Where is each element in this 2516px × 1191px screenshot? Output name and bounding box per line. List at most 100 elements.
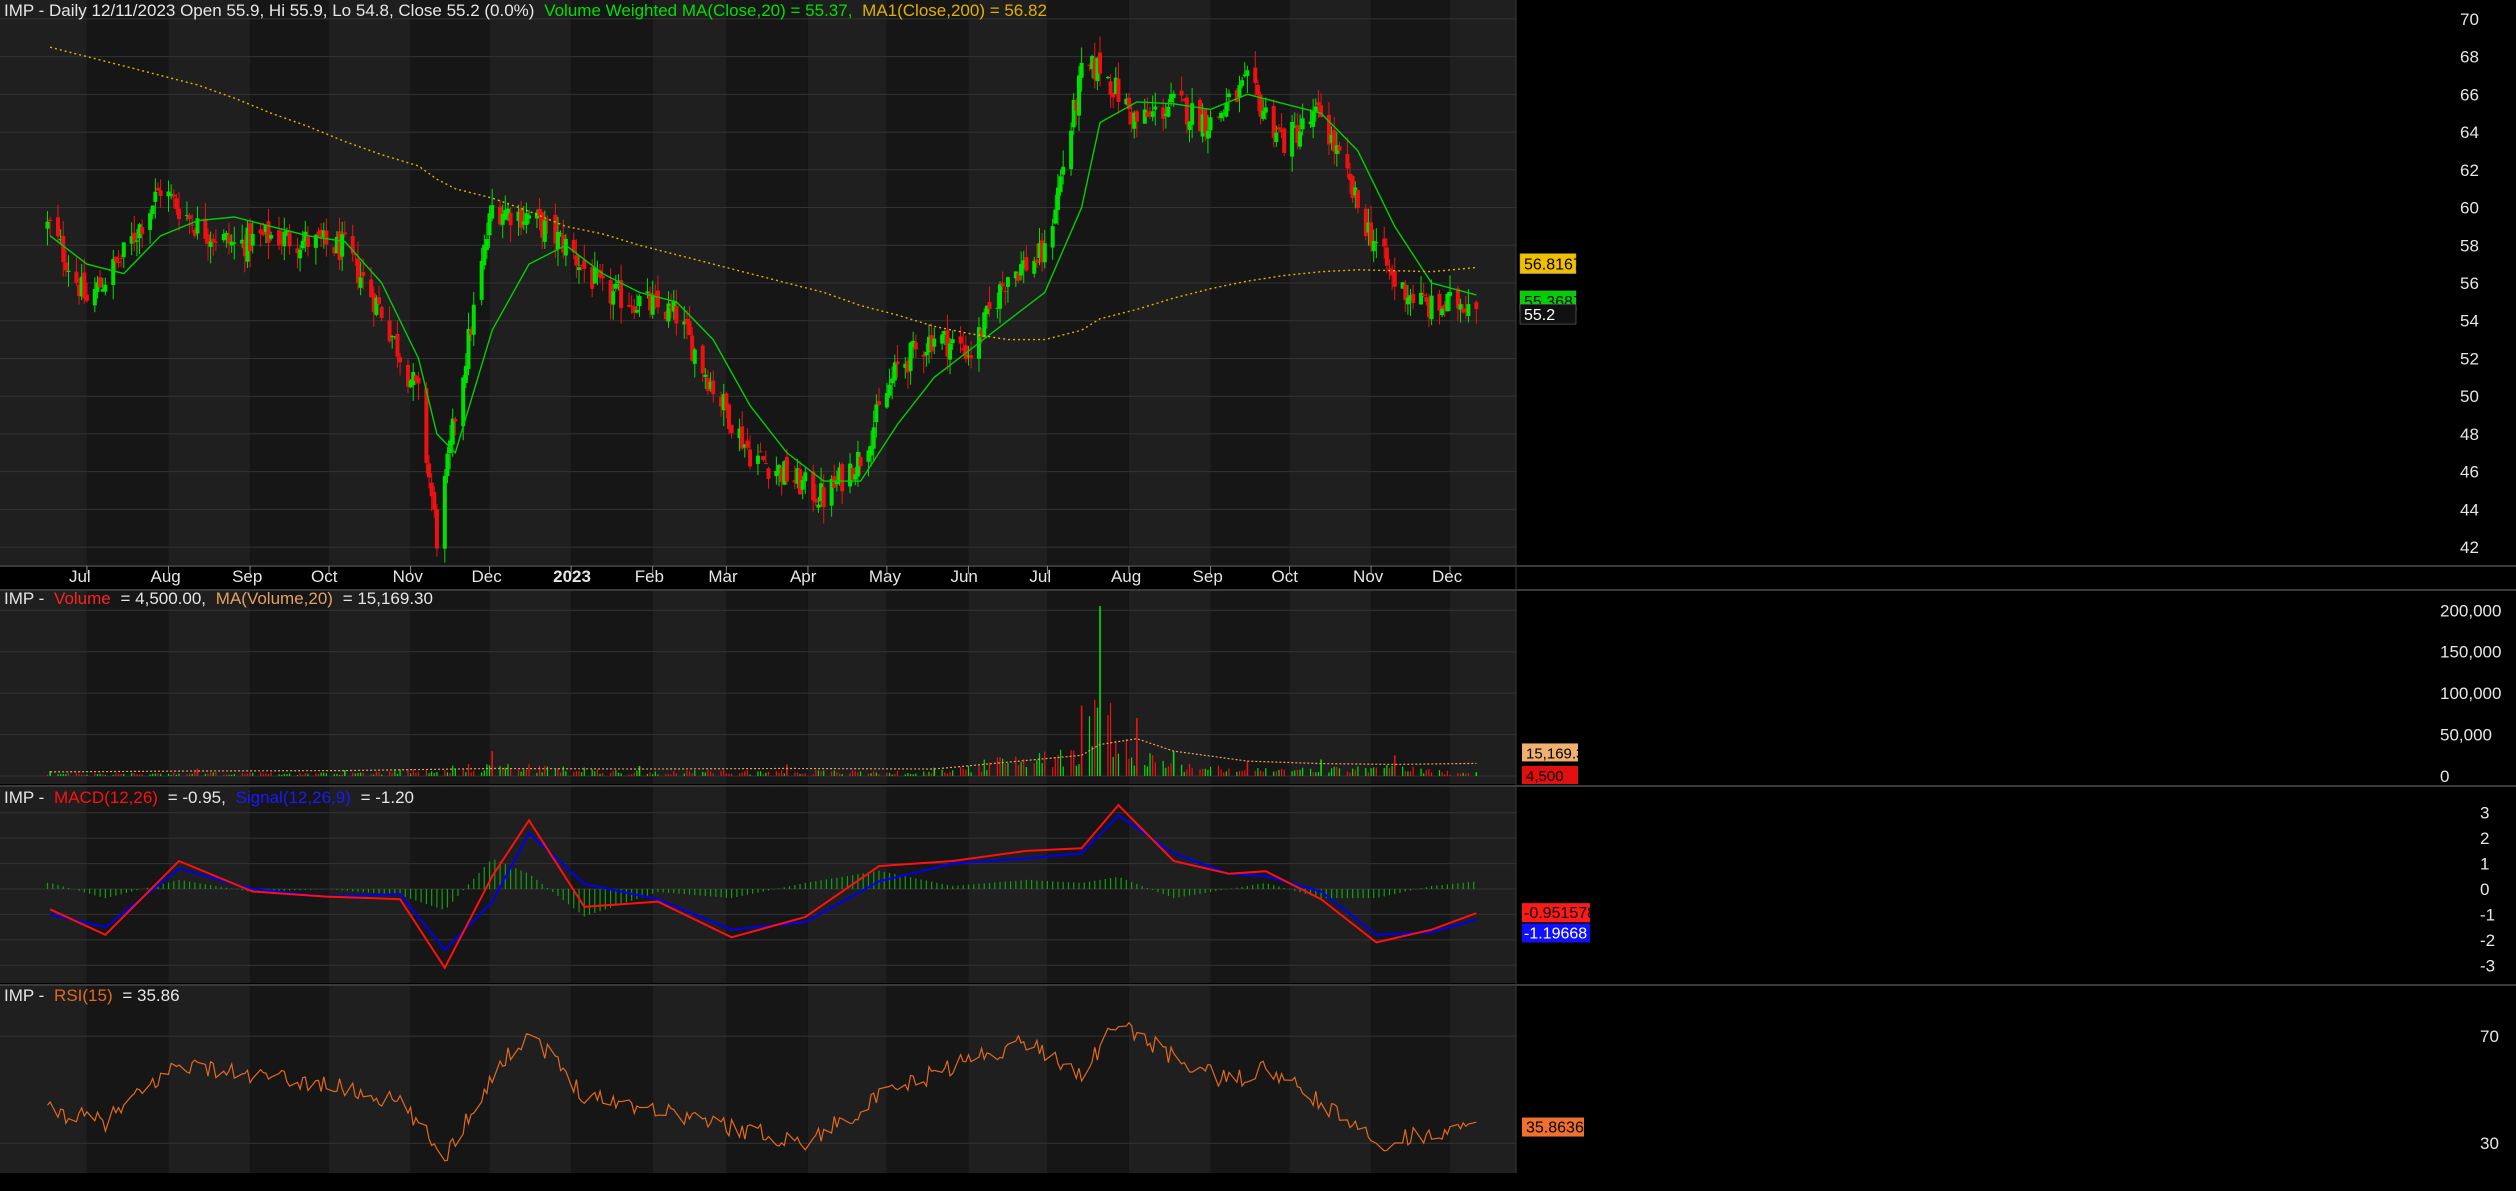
volume-panel-title: IMP - Volume = 4,500.00, MA(Volume,20) =… [4, 589, 433, 608]
time-axis-label: Dec [472, 567, 503, 586]
candle-up [1448, 292, 1453, 297]
candle-down [821, 487, 826, 508]
volume-tick-label: 50,000 [2440, 726, 2492, 745]
candle-down [858, 456, 863, 467]
macd-tick-label: -1 [2480, 905, 2495, 924]
price-tick-label: 62 [2460, 161, 2479, 180]
candle-down [1474, 302, 1479, 310]
volume-month-band [250, 590, 330, 784]
candle-down [305, 236, 310, 247]
ma200-value-badge: 56.8167 [1524, 257, 1582, 274]
candle-down [1179, 90, 1184, 96]
macd-month-band [329, 787, 411, 983]
candle-down [190, 224, 195, 226]
macd-tick-label: 0 [2480, 880, 2489, 899]
candle-up [692, 349, 697, 364]
candle-down [1108, 81, 1113, 95]
volume-month-band [886, 590, 969, 784]
candle-up [940, 334, 945, 344]
candle-down [1034, 259, 1039, 263]
rsi-month-band [726, 986, 808, 1173]
price-tick-label: 70 [2460, 10, 2479, 29]
candle-up [577, 267, 582, 270]
candle-up [998, 284, 1003, 309]
candle-up [1058, 176, 1063, 193]
rsi-tick-label: 70 [2480, 1027, 2499, 1046]
candle-down [261, 231, 266, 235]
macd-tick-label: 1 [2480, 855, 2489, 874]
price-tick-label: 68 [2460, 48, 2479, 67]
rsi-axis-background [1516, 986, 2516, 1173]
candle-up [300, 240, 305, 249]
price-tick-label: 64 [2460, 123, 2479, 142]
candle-up [558, 233, 563, 235]
candle-up [148, 213, 153, 231]
candle-down [119, 257, 124, 259]
candle-up [816, 504, 821, 508]
candle-down [1387, 268, 1392, 270]
ma200-legend-label: MA1(Close,200) = 56.82 [862, 1, 1047, 20]
candle-down [1098, 52, 1103, 74]
candle-up [269, 235, 274, 239]
signal-legend-label: Signal(12,26,9) [236, 788, 351, 807]
rsi-panel-title: IMP - RSI(15) = 35.86 [4, 986, 180, 1005]
candle-up [1374, 242, 1379, 244]
candle-down [1411, 293, 1416, 304]
candle-up [1445, 293, 1450, 312]
volume-month-band [726, 590, 808, 784]
time-axis-label: May [869, 567, 902, 586]
volume-ma-badge: 15,169.3 [1526, 745, 1584, 762]
candle-down [545, 219, 550, 221]
candle-down [1024, 257, 1029, 271]
candle-down [213, 241, 218, 243]
signal-badge: -1.19668 [1524, 926, 1587, 943]
time-axis-label: Dec [1432, 567, 1463, 586]
time-axis-label: Aug [1111, 567, 1141, 586]
price-tick-label: 50 [2460, 387, 2479, 406]
candle-down [1276, 127, 1281, 130]
macd-tick-label: -3 [2480, 956, 2495, 975]
candle-up [121, 242, 126, 258]
candle-up [479, 260, 484, 300]
candle-up [1219, 112, 1224, 119]
volume-month-band [1210, 590, 1290, 784]
bottom-strip [0, 1173, 2516, 1191]
candle-down [763, 463, 768, 465]
candle-down [600, 275, 605, 279]
volume-badge: 4,500 [1526, 768, 1564, 785]
candle-up [103, 284, 108, 292]
rsi-badge: 35.8636 [1526, 1120, 1584, 1137]
candle-up [1042, 243, 1047, 263]
candle-up [298, 249, 303, 259]
candle-down [74, 271, 79, 283]
volume-month-band [1128, 590, 1211, 784]
macd-tick-label: -2 [2480, 931, 2495, 950]
candle-up [1240, 80, 1245, 86]
candle-down [1316, 102, 1321, 106]
candle-down [116, 261, 121, 263]
candle-down [287, 232, 292, 247]
candle-up [1263, 107, 1268, 113]
candle-down [187, 215, 192, 219]
candle-up [634, 309, 639, 313]
time-axis-label: Sep [232, 567, 262, 586]
candle-down [177, 208, 182, 220]
candle-down [876, 401, 881, 405]
candle-up [1429, 295, 1434, 320]
candle-down [813, 498, 818, 503]
time-axis-label: Aug [151, 567, 181, 586]
volume-tick-label: 200,000 [2440, 601, 2501, 620]
candle-up [466, 328, 471, 370]
candle-up [1300, 118, 1305, 130]
volume-month-band [652, 590, 727, 784]
time-axis-label: Feb [635, 567, 664, 586]
volume-title-prefix: IMP - [4, 589, 44, 608]
volume-month-band [1047, 590, 1129, 784]
candle-down [453, 419, 458, 422]
candle-up [358, 277, 363, 288]
candle-up [1224, 102, 1229, 117]
candle-down [395, 333, 400, 357]
candle-up [471, 304, 476, 335]
chart-canvas[interactable]: 70 68 66 64 62 60 58 56 54 52 50 48 46 44 42 56.8167 55.… [0, 0, 2516, 1191]
volume-tick-label: 0 [2440, 767, 2449, 786]
